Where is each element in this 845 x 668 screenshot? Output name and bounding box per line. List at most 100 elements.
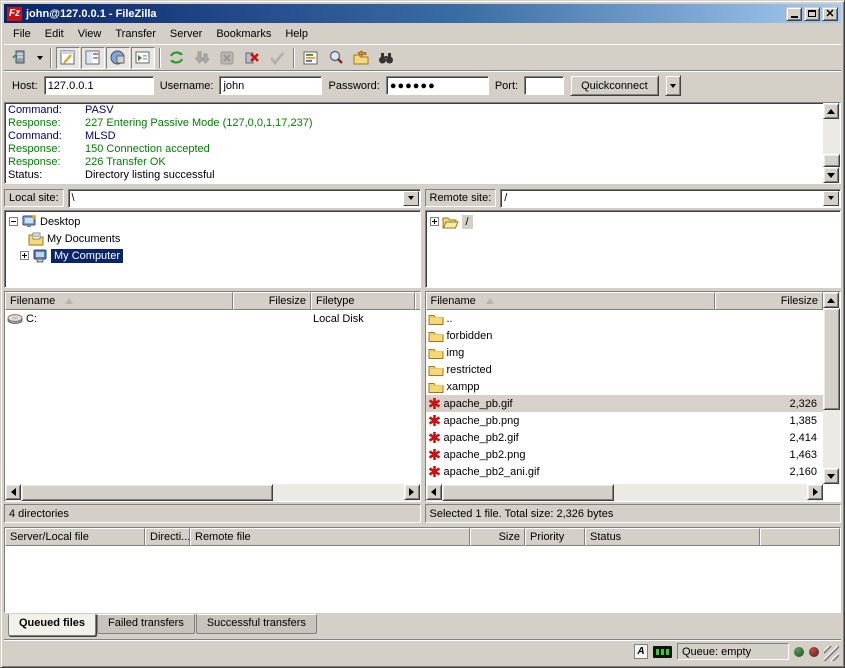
scroll-left-button[interactable] xyxy=(426,484,442,500)
file-row[interactable]: apache_pb2.gif 2,414 xyxy=(426,429,824,446)
file-row[interactable]: restricted xyxy=(426,361,824,378)
synchronized-browsing-button[interactable] xyxy=(349,47,373,69)
tree-item-my-documents[interactable]: My Documents xyxy=(9,230,420,247)
column-header-size[interactable]: Size xyxy=(470,528,525,546)
collapse-icon[interactable] xyxy=(9,217,18,226)
file-row[interactable]: apache_pb.png 1,385 xyxy=(426,412,824,429)
password-input[interactable] xyxy=(386,76,489,95)
log-label: Response: xyxy=(8,143,85,156)
expand-icon[interactable] xyxy=(430,217,439,226)
desktop-icon xyxy=(21,214,37,229)
toggle-local-tree-button[interactable] xyxy=(81,47,105,69)
resize-grip[interactable] xyxy=(824,646,839,661)
column-header-filename[interactable]: Filename xyxy=(5,292,233,310)
scroll-up-button[interactable] xyxy=(823,103,839,119)
scroll-thumb[interactable] xyxy=(21,484,273,501)
find-button[interactable] xyxy=(374,47,398,69)
title-bar[interactable]: Fz john@127.0.0.1 - FileZilla ✕ xyxy=(4,4,841,23)
scroll-left-button[interactable] xyxy=(5,484,21,500)
file-row[interactable]: C: Local Disk xyxy=(5,310,420,327)
local-site-combo[interactable]: \ xyxy=(68,189,421,208)
scroll-down-button[interactable] xyxy=(823,167,839,183)
file-row-selected[interactable]: apache_pb.gif 2,326 xyxy=(426,395,824,412)
scroll-up-button[interactable] xyxy=(823,292,839,308)
tab-successful-transfers[interactable]: Successful transfers xyxy=(196,614,317,634)
menu-help[interactable]: Help xyxy=(278,26,315,42)
column-header-filetype[interactable]: Filetype xyxy=(311,292,415,310)
column-header-status[interactable]: Status xyxy=(585,528,760,546)
refresh-button[interactable] xyxy=(165,47,189,69)
log-label: Command: xyxy=(8,130,85,143)
file-row[interactable]: xampp xyxy=(426,378,824,395)
maximize-button[interactable] xyxy=(804,7,820,21)
toggle-remote-tree-button[interactable] xyxy=(106,47,130,69)
site-manager-dropdown-button[interactable] xyxy=(33,47,46,69)
reconnect-button[interactable] xyxy=(265,47,289,69)
column-header-server-local-file[interactable]: Server/Local file xyxy=(5,528,145,546)
file-row[interactable]: apache_pb2_ani.gif 2,160 xyxy=(426,463,824,480)
column-header-filename[interactable]: Filename xyxy=(426,292,715,310)
quickconnect-dropdown-button[interactable] xyxy=(665,75,681,96)
expand-icon[interactable] xyxy=(20,251,29,260)
local-site-label: Local site: xyxy=(4,189,64,207)
minimize-button[interactable] xyxy=(786,7,802,21)
toggle-message-log-button[interactable] xyxy=(56,47,80,69)
directory-comparison-button[interactable] xyxy=(324,47,348,69)
column-header-filesize[interactable]: Filesize xyxy=(715,292,824,310)
queue-tabs: Queued files Failed transfers Successful… xyxy=(4,613,841,637)
column-header-priority[interactable]: Priority xyxy=(525,528,585,546)
menu-file[interactable]: File xyxy=(6,26,38,42)
site-manager-button[interactable] xyxy=(8,47,32,69)
scroll-thumb[interactable] xyxy=(823,308,840,410)
remote-site-dropdown-button[interactable] xyxy=(823,191,839,206)
filter-button[interactable] xyxy=(299,47,323,69)
username-input[interactable] xyxy=(219,76,322,95)
column-header-direction[interactable]: Directi... xyxy=(145,528,190,546)
column-header-remote-file[interactable]: Remote file xyxy=(190,528,470,546)
log-label: Response: xyxy=(8,117,85,130)
menu-bookmarks[interactable]: Bookmarks xyxy=(209,26,278,42)
menu-edit[interactable]: Edit xyxy=(38,26,71,42)
remote-site-combo[interactable]: / xyxy=(500,189,841,208)
toggle-queue-button[interactable] xyxy=(131,47,155,69)
scroll-right-button[interactable] xyxy=(404,484,420,500)
menu-transfer[interactable]: Transfer xyxy=(108,26,163,42)
port-input[interactable] xyxy=(524,76,564,95)
scroll-right-button[interactable] xyxy=(807,484,823,500)
file-size: 2,414 xyxy=(715,432,824,444)
tree-item-my-computer[interactable]: My Computer xyxy=(9,247,420,264)
column-header-lastmodified[interactable]: L xyxy=(415,292,421,310)
tree-item-desktop[interactable]: Desktop xyxy=(9,213,420,230)
local-hscrollbar[interactable] xyxy=(5,484,420,501)
menu-bar: File Edit View Transfer Server Bookmarks… xyxy=(4,23,841,44)
scroll-thumb[interactable] xyxy=(442,484,614,501)
file-size: 2,326 xyxy=(715,398,824,410)
process-queue-button[interactable] xyxy=(190,47,214,69)
remote-site-label: Remote site: xyxy=(425,189,497,207)
column-header-filesize[interactable]: Filesize xyxy=(233,292,311,310)
toolbar-separator xyxy=(159,48,161,68)
tree-item-root[interactable]: / xyxy=(430,213,841,230)
file-row[interactable]: forbidden xyxy=(426,327,824,344)
scroll-down-button[interactable] xyxy=(823,468,839,484)
remote-hscrollbar[interactable] xyxy=(426,484,824,501)
disconnect-button[interactable] xyxy=(240,47,264,69)
menu-server[interactable]: Server xyxy=(163,26,209,42)
log-scrollbar[interactable] xyxy=(823,103,840,183)
log-label: Response: xyxy=(8,156,85,169)
scroll-thumb[interactable] xyxy=(823,154,840,167)
quickconnect-button[interactable]: Quickconnect xyxy=(570,75,659,96)
close-button[interactable]: ✕ xyxy=(822,7,838,21)
cancel-button[interactable] xyxy=(215,47,239,69)
file-row[interactable]: img xyxy=(426,344,824,361)
file-row[interactable]: .. xyxy=(426,310,824,327)
queue-body[interactable] xyxy=(5,546,840,612)
local-site-dropdown-button[interactable] xyxy=(403,191,419,206)
remote-list-body: .. forbidden img xyxy=(426,310,824,484)
remote-vscrollbar[interactable] xyxy=(823,292,840,484)
menu-view[interactable]: View xyxy=(71,26,109,42)
tab-queued-files[interactable]: Queued files xyxy=(8,614,96,636)
tab-failed-transfers[interactable]: Failed transfers xyxy=(97,614,195,634)
file-row[interactable]: apache_pb2.png 1,463 xyxy=(426,446,824,463)
host-input[interactable] xyxy=(44,76,154,95)
